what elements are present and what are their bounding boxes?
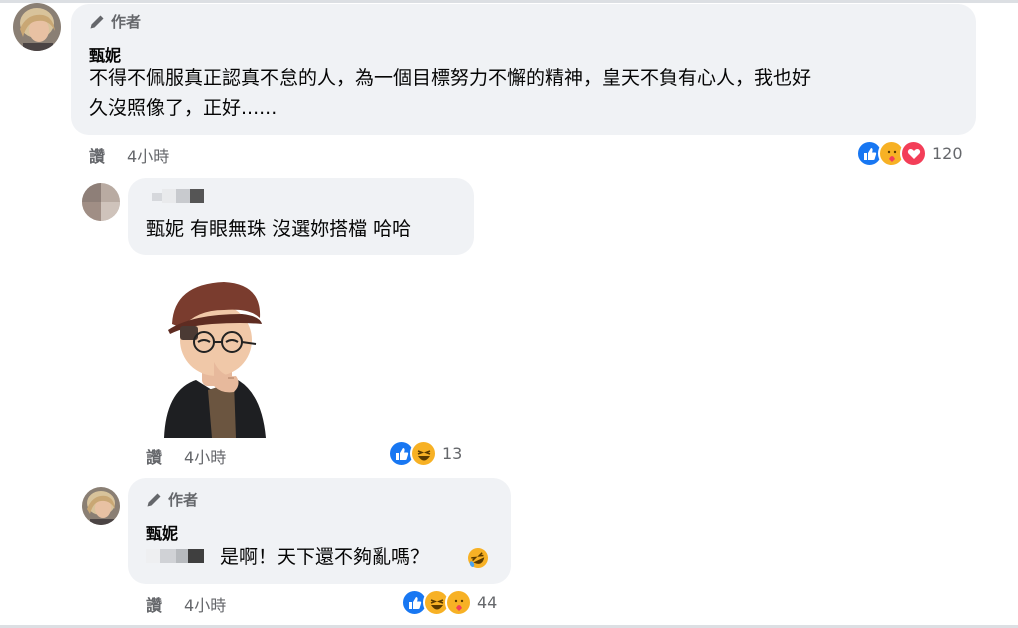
reply-text: 甄妮 有眼無珠 沒選妳搭檔 哈哈 xyxy=(146,218,412,240)
author-badge-label: 作者 xyxy=(168,491,199,509)
comment-author-name[interactable]: 甄妮 xyxy=(89,42,121,66)
reply-actions: 讚 4小時 xyxy=(146,444,226,468)
redacted-mention xyxy=(146,546,208,570)
reaction-count: 120 xyxy=(932,144,963,163)
like-button[interactable]: 讚 xyxy=(89,143,105,167)
comment-text-continued: 久沒照像了，正好...... xyxy=(89,97,278,119)
author-badge: 作者 xyxy=(146,489,198,510)
author-badge-label: 作者 xyxy=(111,13,142,31)
reaction-summary[interactable]: 44 xyxy=(401,589,497,616)
reaction-summary[interactable]: 13 xyxy=(388,440,462,467)
reaction-count: 13 xyxy=(442,444,463,463)
avatar-sticker[interactable] xyxy=(152,278,270,442)
author-badge: 作者 xyxy=(89,11,141,32)
rofl-emoji-icon xyxy=(466,546,490,574)
redacted-name xyxy=(152,187,208,209)
like-button[interactable]: 讚 xyxy=(146,444,162,468)
reaction-summary[interactable]: 120 xyxy=(856,140,963,167)
avatar[interactable] xyxy=(13,3,61,51)
comment-author-name[interactable]: 甄妮 xyxy=(146,520,178,544)
comment-actions: 讚 4小時 xyxy=(89,143,169,167)
pencil-icon xyxy=(90,15,104,28)
love-reaction-icon xyxy=(900,140,927,167)
timestamp[interactable]: 4小時 xyxy=(184,592,226,616)
timestamp[interactable]: 4小時 xyxy=(184,444,226,468)
comment-text: 不得不佩服真正認真不怠的人，為一個目標努力不懈的精神，皇天不負有心人，我也好 xyxy=(89,67,812,89)
timestamp[interactable]: 4小時 xyxy=(127,143,169,167)
reply-text: 是啊！天下還不夠亂嗎？ xyxy=(220,546,430,568)
pencil-icon xyxy=(147,493,161,506)
reply-actions: 讚 4小時 xyxy=(146,592,226,616)
top-divider xyxy=(0,0,1018,3)
care-reaction-icon xyxy=(445,589,472,616)
avatar[interactable] xyxy=(82,183,120,221)
like-button[interactable]: 讚 xyxy=(146,592,162,616)
avatar[interactable] xyxy=(82,487,120,525)
reaction-count: 44 xyxy=(477,593,498,612)
haha-reaction-icon xyxy=(410,440,437,467)
